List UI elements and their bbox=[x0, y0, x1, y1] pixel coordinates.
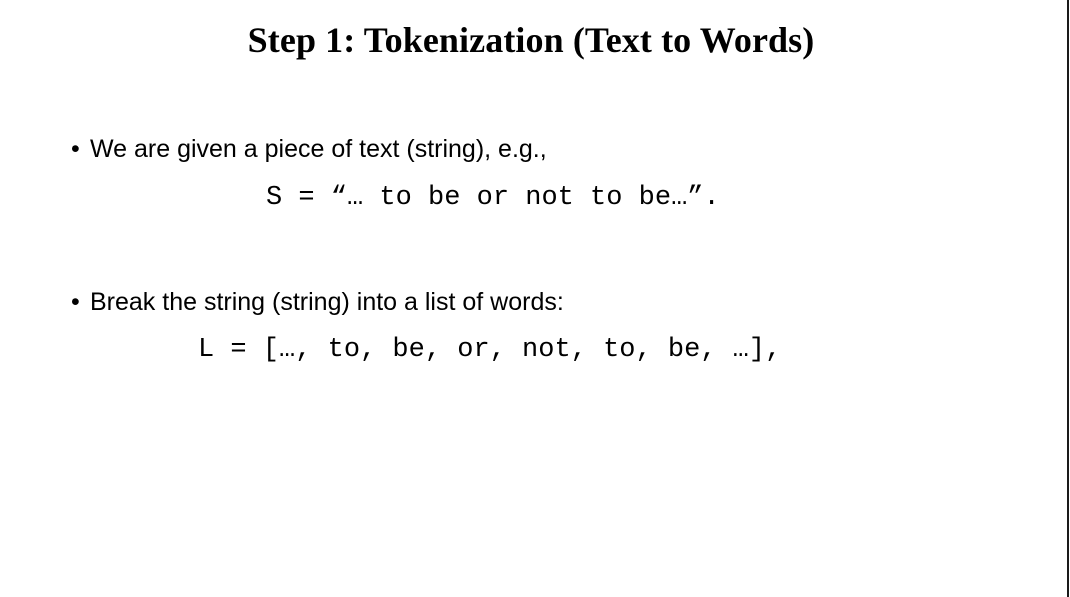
bullet-item-1: • We are given a piece of text (string),… bbox=[66, 132, 1026, 166]
code-line-token-list: L = […, to, be, or, not, to, be, …], bbox=[198, 335, 782, 365]
bullet-item-1-label: We are given a piece of text (string), e… bbox=[90, 135, 547, 163]
bullet-dot-icon: • bbox=[71, 135, 80, 163]
bullet-block-1: • We are given a piece of text (string),… bbox=[66, 132, 1026, 215]
bullet-item-2-label: Break the string (string) into a list of… bbox=[90, 288, 564, 316]
page-title: Step 1: Tokenization (Text to Words) bbox=[247, 20, 815, 60]
right-edge-rule bbox=[1067, 0, 1069, 597]
code-line-string-example: S = “… to be or not to be…”. bbox=[266, 183, 720, 213]
slide-canvas: Step 1: Tokenization (Text to Words) • W… bbox=[0, 0, 1070, 597]
bullet-dot-icon: • bbox=[71, 288, 80, 316]
slide-body: • We are given a piece of text (string),… bbox=[66, 132, 1026, 367]
bullet-block-2: • Break the string (string) into a list … bbox=[66, 285, 1026, 367]
bullet-item-2: • Break the string (string) into a list … bbox=[66, 285, 1026, 319]
